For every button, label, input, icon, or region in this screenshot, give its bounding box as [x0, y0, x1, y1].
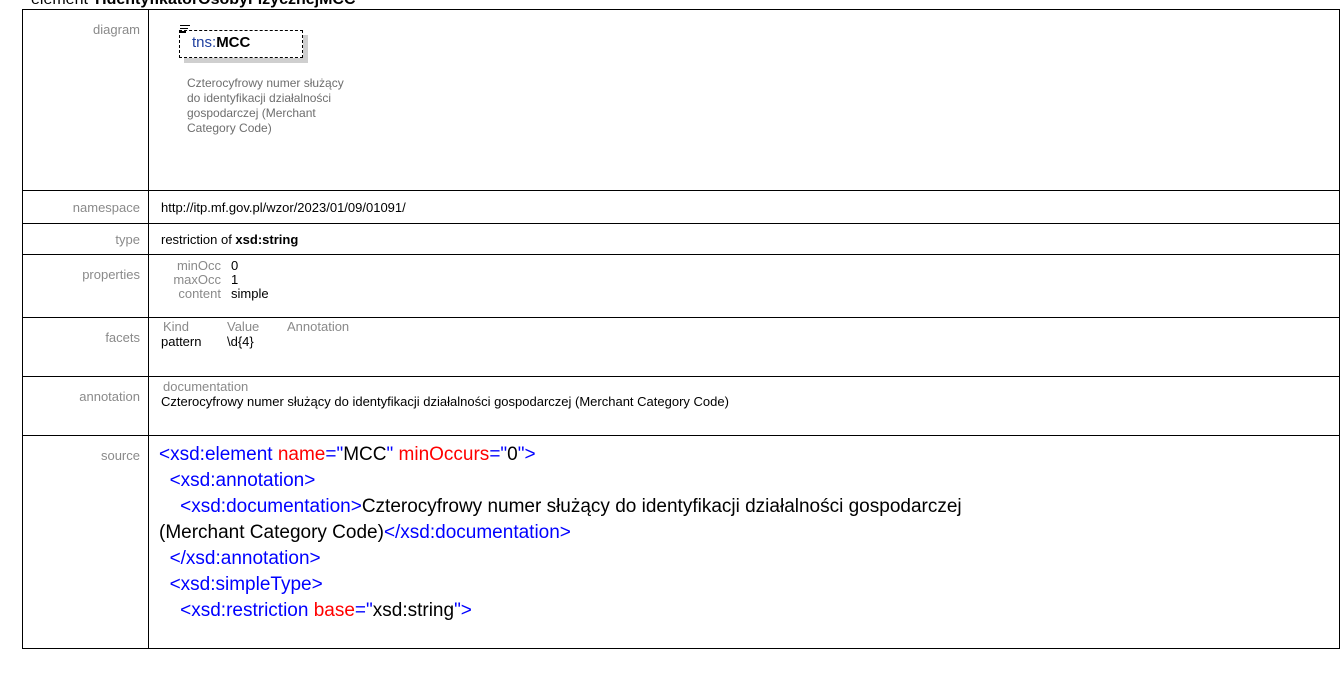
diagram-doc-line: do identyfikacji działalności	[187, 91, 332, 105]
facet-row: pattern \d{4}	[161, 334, 1339, 350]
src-tag: <xsd:simpleType>	[169, 574, 323, 595]
src-attr-value: xsd:string	[372, 600, 455, 621]
row-source: source <xsd:element name="MCC" minOccurs…	[22, 435, 1340, 649]
row-facets: facets Kind Value Annotation pattern \d{4}	[22, 317, 1340, 377]
diagram-element-name: tns:MCC	[192, 34, 250, 52]
diagram-documentation: Czterocyfrowy numer służący do identyfik…	[187, 76, 487, 136]
source-code: <xsd:element name="MCC" minOccurs="0"> <…	[159, 444, 962, 621]
label-facets: facets	[22, 317, 149, 377]
annotation-head: documentation	[163, 379, 249, 394]
facets-cell: Kind Value Annotation pattern \d{4}	[148, 317, 1340, 377]
src-tag: <xsd:element	[159, 444, 273, 465]
annotation-text: Czterocyfrowy numer służący do identyfik…	[161, 394, 729, 409]
facet-value: \d{4}	[227, 334, 254, 349]
facet-kind: pattern	[161, 334, 202, 349]
namespace-value: http://itp.mf.gov.pl/wzor/2023/01/09/010…	[148, 190, 1340, 224]
src-tag: <xsd:documentation>	[180, 496, 362, 517]
properties-cell: minOcc 0 maxOcc 1 content simple	[148, 254, 1340, 318]
src-tag: <xsd:restriction	[180, 600, 309, 621]
prop-value-minocc: 0	[231, 258, 239, 273]
label-type: type	[22, 223, 149, 255]
page-header: element TIdentyfikatorOsobyFizycznejMCC	[0, 0, 356, 9]
prop-key-maxocc: maxOcc	[173, 272, 221, 287]
src-attr-value: MCC	[343, 444, 387, 465]
row-namespace: namespace http://itp.mf.gov.pl/wzor/2023…	[22, 190, 1340, 224]
prop-key-minocc: minOcc	[176, 258, 221, 273]
header-element-name: TIdentyfikatorOsobyFizycznejMCC	[92, 0, 355, 8]
diagram-name: MCC	[216, 34, 251, 51]
prop-value-maxocc: 1	[231, 272, 239, 287]
type-base-link[interactable]: xsd:string	[235, 232, 298, 247]
label-properties: properties	[22, 254, 149, 318]
element-diagram-box[interactable]: tns:MCC	[179, 25, 303, 58]
diagram-cell: tns:MCC Czterocyfrowy numer służący do i…	[148, 9, 1340, 191]
row-type: type restriction of xsd:string	[22, 223, 1340, 255]
src-attr: minOccurs	[398, 444, 490, 465]
facet-col-kind: Kind	[163, 319, 190, 334]
header-prefix: element	[31, 0, 88, 8]
element-properties-table: diagram tns:MCC Czterocyfrowy numer służ…	[22, 9, 1340, 649]
label-diagram: diagram	[22, 9, 149, 191]
facet-col-annotation: Annotation	[287, 319, 350, 334]
src-tag: </xsd:annotation>	[169, 548, 321, 569]
type-value: restriction of xsd:string	[148, 223, 1340, 255]
src-attr: name	[277, 444, 326, 465]
prop-key-content: content	[178, 286, 221, 301]
src-text: Czterocyfrowy numer służący do identyfik…	[361, 496, 962, 517]
diagram-doc-line: Czterocyfrowy numer służący	[187, 76, 344, 90]
source-cell: <xsd:element name="MCC" minOccurs="0"> <…	[148, 435, 1340, 649]
src-tag: </xsd:documentation>	[383, 522, 571, 543]
diagram-doc-line: Category Code)	[187, 121, 272, 135]
type-prefix: restriction of	[161, 231, 236, 247]
facet-col-value: Value	[227, 319, 260, 334]
label-source: source	[22, 435, 149, 649]
src-text: (Merchant Category Code)	[159, 522, 384, 543]
src-tag: <xsd:annotation>	[169, 470, 316, 491]
annotation-cell: documentation Czterocyfrowy numer służąc…	[148, 376, 1340, 436]
annotation-lines-icon	[180, 25, 190, 35]
label-namespace: namespace	[22, 190, 149, 224]
row-annotation: annotation documentation Czterocyfrowy n…	[22, 376, 1340, 436]
prop-value-content: simple	[231, 286, 269, 301]
row-properties: properties minOcc 0 maxOcc 1 content sim…	[22, 254, 1340, 318]
row-diagram: diagram tns:MCC Czterocyfrowy numer służ…	[22, 9, 1340, 191]
src-attr: base	[313, 600, 355, 621]
label-annotation: annotation	[22, 376, 149, 436]
src-attr-value: 0	[507, 444, 518, 465]
diagram-doc-line: gospodarczej (Merchant	[187, 106, 316, 120]
facets-header: Kind Value Annotation	[161, 320, 1339, 334]
diagram-prefix: tns:	[192, 34, 217, 51]
